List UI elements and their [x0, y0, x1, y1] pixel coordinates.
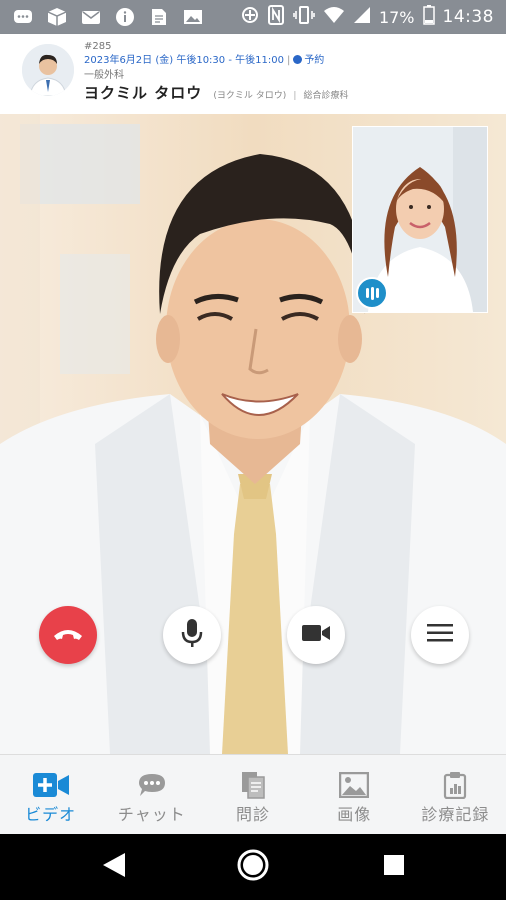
tab-label: 画像 [337, 805, 372, 824]
clipboard-chart-icon [443, 771, 467, 799]
hamburger-menu-icon [427, 624, 453, 646]
battery-percentage: 17% [378, 7, 415, 27]
mail-icon [80, 7, 102, 27]
home-circle-icon [236, 848, 270, 886]
appointment-status: 予約 [304, 55, 325, 66]
image-icon [182, 7, 204, 27]
tab-questionnaire[interactable]: 問診 [202, 755, 303, 835]
tab-images[interactable]: 画像 [304, 755, 405, 835]
tab-chat[interactable]: チャット [101, 755, 202, 835]
bottom-tab-bar: ビデオ チャット 問診 画像 診療記録 [0, 754, 506, 835]
documents-icon [240, 771, 266, 799]
consultation-header: #285 2023年6月2日 (金) 午後10:30 - 午後11:00 | 予約 … [0, 34, 506, 114]
video-plus-icon [32, 771, 70, 799]
recents-square-icon [383, 854, 405, 880]
remote-video [0, 114, 506, 754]
box-icon [46, 7, 68, 27]
recents-button[interactable] [376, 849, 412, 885]
patient-name: ヨクミル タロウ [84, 84, 203, 102]
tab-label: ビデオ [25, 805, 77, 824]
status-bar: 17% 14:38 [0, 0, 506, 34]
clock: 14:38 [442, 7, 494, 27]
video-camera-icon [301, 623, 331, 647]
info-icon [114, 7, 136, 27]
self-video-preview[interactable] [352, 126, 488, 313]
tab-medical-records[interactable]: 診療記録 [405, 755, 506, 835]
battery-icon [422, 5, 435, 29]
phone-hangup-icon [53, 626, 83, 645]
back-button[interactable] [96, 849, 132, 885]
back-triangle-icon [101, 851, 127, 883]
home-button[interactable] [235, 849, 271, 885]
doctor-department: 総合診療科 [303, 91, 349, 101]
chat-icon [12, 7, 34, 27]
department: 一般外科 [84, 70, 124, 81]
notification-icons [0, 7, 204, 27]
end-call-button[interactable] [39, 606, 97, 664]
tab-label: チャット [117, 805, 186, 824]
audio-level-icon [356, 277, 388, 309]
image-icon [339, 771, 370, 799]
tab-label: 診療記録 [421, 805, 490, 824]
chat-bubble-icon [137, 771, 167, 799]
document-icon [148, 7, 170, 27]
patient-kana: (ヨクミル タロウ) [213, 91, 287, 101]
wifi-icon [323, 6, 345, 28]
camera-toggle-button[interactable] [287, 606, 345, 664]
nfc-icon [267, 5, 285, 29]
android-navigation-bar [0, 834, 506, 900]
microphone-icon [181, 618, 203, 652]
doctor-avatar [22, 44, 74, 96]
vibrate-icon [293, 5, 315, 29]
tab-video[interactable]: ビデオ [0, 755, 101, 835]
separator: | [293, 91, 297, 101]
signal-icon [353, 6, 371, 28]
status-dot [293, 55, 303, 64]
mic-toggle-button[interactable] [163, 606, 221, 664]
consultation-number: #285 [84, 41, 112, 52]
tab-label: 問診 [236, 805, 271, 824]
appointment-datetime: 2023年6月2日 (金) 午後10:30 - 午後11:00 [84, 55, 284, 66]
location-icon [241, 6, 259, 28]
menu-button[interactable] [411, 606, 469, 664]
